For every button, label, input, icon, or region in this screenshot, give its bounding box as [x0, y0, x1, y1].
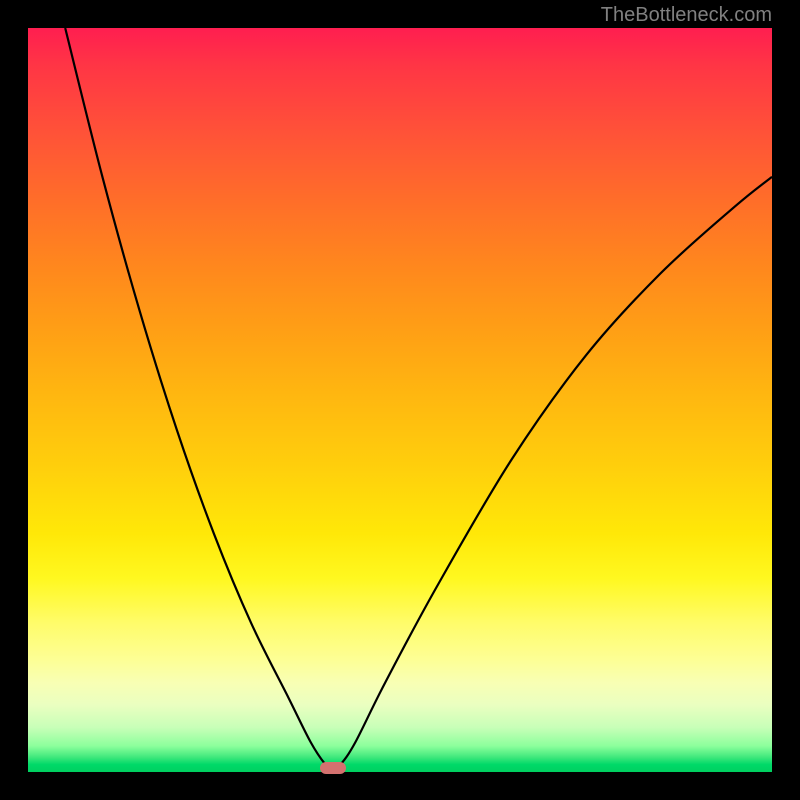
chart-plot-area: [28, 28, 772, 772]
curve-path: [65, 28, 772, 768]
optimal-marker: [320, 762, 346, 774]
bottleneck-curve: [28, 28, 772, 772]
watermark-text: TheBottleneck.com: [601, 4, 772, 27]
